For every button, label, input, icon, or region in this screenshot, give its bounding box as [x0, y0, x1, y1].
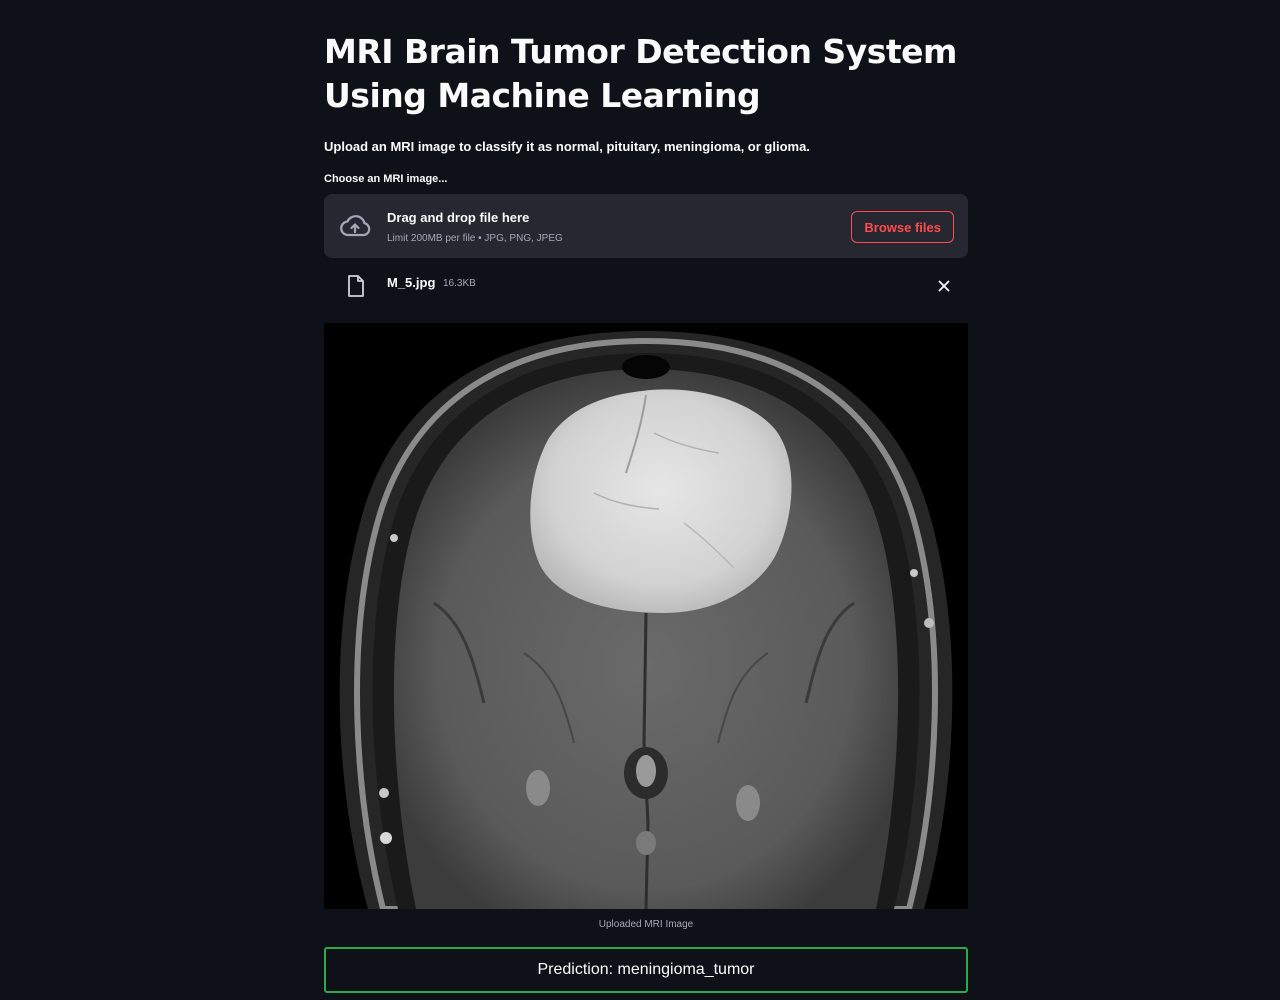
close-icon: [938, 280, 950, 292]
file-icon: [348, 275, 364, 297]
page-subtitle: Upload an MRI image to classify it as no…: [324, 139, 810, 154]
dropzone-file-limit: Limit 200MB per file • JPG, PNG, JPEG: [387, 233, 563, 244]
browse-files-button[interactable]: Browse files: [851, 211, 954, 243]
dropzone-instructions: Drag and drop file here: [387, 210, 530, 225]
uploaded-file-size: 16.3KB: [443, 278, 476, 289]
prediction-text: Prediction: meningioma_tumor: [537, 961, 755, 978]
remove-file-button[interactable]: [934, 276, 954, 296]
file-dropzone[interactable]: Drag and drop file here Limit 200MB per …: [324, 194, 968, 258]
uploaded-file-item: M_5.jpg 16.3KB: [324, 264, 968, 310]
image-caption: Uploaded MRI Image: [598, 919, 694, 930]
prediction-result: Prediction: meningioma_tumor: [324, 947, 968, 993]
cloud-upload-icon: [340, 215, 371, 237]
uploaded-file-name: M_5.jpg: [387, 275, 436, 290]
main-content: MRI Brain Tumor Detection System Using M…: [324, 0, 968, 993]
uploaded-mri-image: [324, 323, 968, 909]
page-title: MRI Brain Tumor Detection System Using M…: [324, 32, 957, 115]
file-uploader-label: Choose an MRI image...: [324, 173, 448, 185]
mri-scan-picture: [324, 323, 968, 909]
